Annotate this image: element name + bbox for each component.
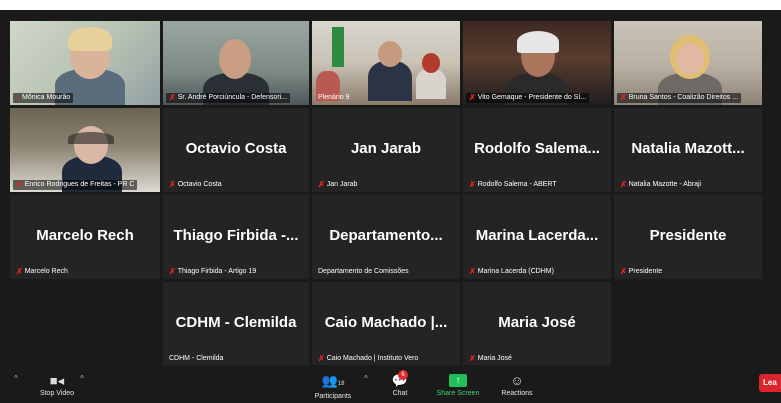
chat-button[interactable]: 💬 6 Chat [386,370,414,398]
participant-tile-caio[interactable]: Caio Machado |... ✗ Caio Machado | Instit… [312,282,460,366]
video-camera-icon: ■◂ [49,373,65,388]
audio-options-chevron-icon[interactable]: ^ [14,374,18,383]
participant-display-name: Thiago Firbida -... [173,226,299,244]
participant-tile-jan[interactable]: Jan Jarab ✗ Jan Jarab [312,108,460,192]
mic-on-icon: ♪ [16,93,20,102]
stop-video-button[interactable]: ■◂ Stop Video [34,373,80,398]
participant-tile-marcelo[interactable]: Marcelo Rech ✗ Marcelo Rech [10,195,160,279]
participant-name-label: ♪ Mônica Mourão [13,93,74,103]
participant-display-name: Octavio Costa [185,139,287,157]
mic-muted-icon: ✗ [620,267,627,276]
participant-name-label: ✗ Thiago Firbida - Artigo 19 [169,267,257,276]
participant-name-label: ✗ Sr. André Porciúncula - Defensori... [166,93,291,103]
participant-tile-bruna[interactable]: ✗ Bruna Santos - Coalizão Direitos ... [614,21,762,105]
participant-name-label: ✗ Octavio Costa [169,180,222,189]
chat-bubble-icon: 💬 6 [391,370,409,388]
mic-muted-icon: ✗ [169,180,176,189]
mic-muted-icon: ✗ [169,93,176,102]
participant-name-label: Plenário 9 [318,94,350,101]
participant-name-label: ✗ Marcelo Rech [16,267,68,276]
chat-unread-badge: 6 [398,370,408,380]
meeting-gallery-view: ♪ Mônica Mourão ✗ Sr. André Porciúncula - … [0,10,781,403]
participant-tile-monica[interactable]: ♪ Mônica Mourão [10,21,160,105]
participant-display-name: Maria José [498,313,576,331]
participant-name-label: ✗ Jan Jarab [318,180,358,189]
participants-icon: 👥18 [321,373,345,388]
participant-display-name: Jan Jarab [350,139,422,157]
participant-tile-presidente[interactable]: Presidente ✗ Presidente [614,195,762,279]
mic-muted-icon: ✗ [16,267,23,276]
participant-tile-vito[interactable]: ✗ Vito Gemaque - Presidente do Sí... [463,21,611,105]
participant-tile-andre[interactable]: ✗ Sr. André Porciúncula - Defensori... [163,21,309,105]
participant-display-name: Rodolfo Salema... [474,139,600,157]
participants-count: 18 [337,381,345,387]
participant-name-label: ✗ Rodolfo Salema - ABERT [469,180,557,189]
participant-display-name: Presidente [649,226,727,244]
reactions-icon: ☺ [510,373,524,388]
participant-tile-clemilda[interactable]: CDHM - Clemilda CDHM - Clemilda [163,282,309,366]
participant-name-label: ✗ Maria José [469,354,512,363]
mic-muted-icon: ✗ [169,267,176,276]
participant-tile-natalia[interactable]: Natalia Mazott... ✗ Natalia Mazotte - Abr… [614,108,762,192]
mic-muted-icon: ✗ [16,180,23,189]
participant-tile-rodolfo[interactable]: Rodolfo Salema... ✗ Rodolfo Salema - ABER… [463,108,611,192]
participant-tile-plenario[interactable]: Plenário 9 [312,21,460,105]
participant-name-label: Departamento de Comissões [318,268,409,275]
participant-tile-octavio[interactable]: Octavio Costa ✗ Octavio Costa [163,108,309,192]
participant-name-label: ✗ Marina Lacerda (CDHM) [469,267,554,276]
participant-tile-enrico[interactable]: ✗ Enrico Rodrigues de Freitas - PR C [10,108,160,192]
mic-muted-icon: ✗ [620,93,627,102]
participant-tile-departamento[interactable]: Departamento... Departamento de Comissõe… [312,195,460,279]
mic-muted-icon: ✗ [469,180,476,189]
mic-muted-icon: ✗ [620,180,627,189]
participants-button[interactable]: 👥18 Participants [308,373,358,401]
participant-tile-maria[interactable]: Maria José ✗ Maria José [463,282,611,366]
participant-display-name: Natalia Mazott... [631,139,745,157]
participant-tile-marina[interactable]: Marina Lacerda... ✗ Marina Lacerda (CDHM) [463,195,611,279]
meeting-toolbar: ^ ■◂ Stop Video ^ 👥18 Participants ^ 💬 6 … [0,365,781,403]
leave-button[interactable]: Lea [759,374,781,392]
mic-muted-icon: ✗ [469,354,476,363]
mic-muted-icon: ✗ [318,180,325,189]
participant-name-label: ✗ Enrico Rodrigues de Freitas - PR C [13,180,138,190]
mic-muted-icon: ✗ [318,354,325,363]
participant-display-name: Marina Lacerda... [475,226,599,244]
participant-display-name: Caio Machado |... [324,313,448,331]
participants-options-chevron-icon[interactable]: ^ [364,374,368,383]
participant-name-label: ✗ Caio Machado | Instituto Vero [318,354,419,363]
reactions-button[interactable]: ☺ Reactions [496,373,538,398]
participant-display-name: CDHM - Clemilda [175,313,297,331]
mic-muted-icon: ✗ [469,267,476,276]
participant-name-label: ✗ Natalia Mazotte - Abraji [620,180,702,189]
participant-name-label: ✗ Bruna Santos - Coalizão Direitos ... [617,93,742,103]
participant-display-name: Marcelo Rech [36,226,134,244]
share-screen-button[interactable]: ↑ Share Screen [432,373,484,398]
participant-name-label: ✗ Presidente [620,267,663,276]
participant-display-name: Departamento... [329,226,443,244]
share-screen-icon: ↑ [449,374,467,387]
participant-name-label: CDHM - Clemilda [169,355,224,362]
video-options-chevron-icon[interactable]: ^ [80,374,84,383]
mic-muted-icon: ✗ [469,93,476,102]
participant-name-label: ✗ Vito Gemaque - Presidente do Sí... [466,93,590,103]
participant-tile-thiago[interactable]: Thiago Firbida -... ✗ Thiago Firbida - Ar… [163,195,309,279]
